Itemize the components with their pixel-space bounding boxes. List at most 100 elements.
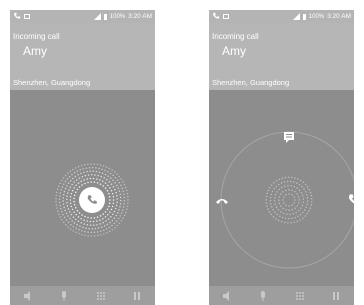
battery-icon <box>302 13 306 20</box>
ripple-dot <box>89 170 91 173</box>
status-bar: 100% 3:20 AM <box>209 10 354 23</box>
ripple-dot <box>289 180 292 183</box>
ripple-dot <box>112 196 115 198</box>
message-icon[interactable] <box>282 130 296 144</box>
ripple-dot <box>97 174 99 177</box>
status-bar: 100% 3:20 AM <box>10 10 155 23</box>
ripple-dot <box>69 170 72 172</box>
ripple-dot <box>109 172 112 175</box>
hold-icon[interactable] <box>330 290 342 302</box>
ripple-dot <box>120 212 123 214</box>
ripple-dot <box>301 185 303 188</box>
ripple-dot <box>127 195 129 198</box>
ripple-dot <box>99 230 102 232</box>
signal-icon <box>93 13 101 20</box>
decline-icon[interactable] <box>215 194 229 208</box>
answer-call-button[interactable] <box>79 187 105 213</box>
ripple-dot <box>119 215 121 217</box>
ripple-dot <box>84 174 87 177</box>
ripple-dot <box>64 174 67 177</box>
ripple-dot <box>127 199 129 201</box>
ripple-dot <box>75 191 77 193</box>
ripple-dot <box>288 217 290 220</box>
ripple-dot <box>296 182 298 184</box>
ripple-dot <box>309 207 312 209</box>
ripple-dot <box>89 220 92 223</box>
ripple-dot <box>102 221 104 224</box>
ripple-dot <box>84 230 86 233</box>
keypad-icon[interactable] <box>294 290 306 302</box>
ripple-dot <box>56 191 58 194</box>
ripple-dot <box>278 202 281 205</box>
ripple-dot <box>81 214 83 216</box>
ripple-dot <box>299 179 302 182</box>
ripple-dot <box>73 200 75 203</box>
ripple-dot <box>120 178 122 180</box>
ripple-dot <box>283 181 286 183</box>
ripple-dot <box>101 168 103 170</box>
answer-icon[interactable] <box>347 193 354 207</box>
ripple-dot <box>74 167 77 169</box>
ripple-dot <box>270 213 273 216</box>
ripple-dot <box>83 163 86 166</box>
ripple-dot <box>121 187 123 190</box>
ripple-dot <box>67 221 70 224</box>
ripple-dot <box>288 205 290 207</box>
screen-icon <box>223 13 229 19</box>
speaker-icon[interactable] <box>221 290 233 302</box>
ripple-dot <box>273 188 275 190</box>
ripple-dot <box>304 183 307 186</box>
mic-icon[interactable] <box>58 290 70 302</box>
ripple-dot <box>107 184 109 187</box>
ripple-dot <box>265 195 268 198</box>
ripple-dot <box>294 207 296 209</box>
ripple-dot <box>266 205 268 207</box>
ripple-dot <box>98 167 100 170</box>
ripple-dot <box>280 211 282 213</box>
ripple-dot <box>107 175 109 177</box>
ripple-dot <box>114 181 116 184</box>
speaker-icon[interactable] <box>22 290 34 302</box>
ripple-dot <box>55 204 58 206</box>
signal-icon <box>292 13 300 20</box>
call-area <box>10 90 155 286</box>
ripple-dot <box>96 216 99 218</box>
ripple-dot <box>71 183 73 186</box>
ripple-dot <box>277 219 280 222</box>
caller-name: Amy <box>222 44 246 58</box>
ripple-dot <box>65 223 67 226</box>
ripple-dot <box>126 205 129 207</box>
ripple-dot <box>99 219 101 221</box>
ripple-dot <box>95 170 98 173</box>
ripple-dot <box>71 189 74 192</box>
mic-icon[interactable] <box>257 290 269 302</box>
ripple-dot <box>298 199 300 201</box>
ripple-dot <box>69 179 72 182</box>
ripple-dot <box>284 189 287 192</box>
ripple-dot <box>290 185 292 187</box>
ripple-dot <box>299 219 301 221</box>
ripple-dot <box>87 216 89 219</box>
ripple-dot <box>104 216 107 218</box>
ripple-dot <box>294 190 296 193</box>
ripple-dot <box>282 207 284 210</box>
keypad-icon[interactable] <box>95 290 107 302</box>
hold-icon[interactable] <box>131 290 143 302</box>
ripple-dot <box>305 206 307 208</box>
ripple-dot <box>58 213 60 215</box>
ripple-dot <box>105 220 107 222</box>
ripple-dot <box>64 187 67 190</box>
ripple-dot <box>310 204 312 206</box>
ripple-dot <box>111 228 114 231</box>
ripple-dot <box>70 213 73 216</box>
caller-location: Shenzhen, Guangdong <box>212 78 290 87</box>
ripple-dot <box>86 170 88 173</box>
ripple-dot <box>286 213 288 215</box>
ripple-dot <box>59 195 61 197</box>
ripple-dot <box>77 216 80 218</box>
ripple-dot <box>62 200 64 202</box>
ripple-dot <box>84 215 86 218</box>
ripple-dot <box>66 201 68 204</box>
battery-percent: 100% <box>109 13 126 20</box>
ripple-dot <box>59 204 61 207</box>
